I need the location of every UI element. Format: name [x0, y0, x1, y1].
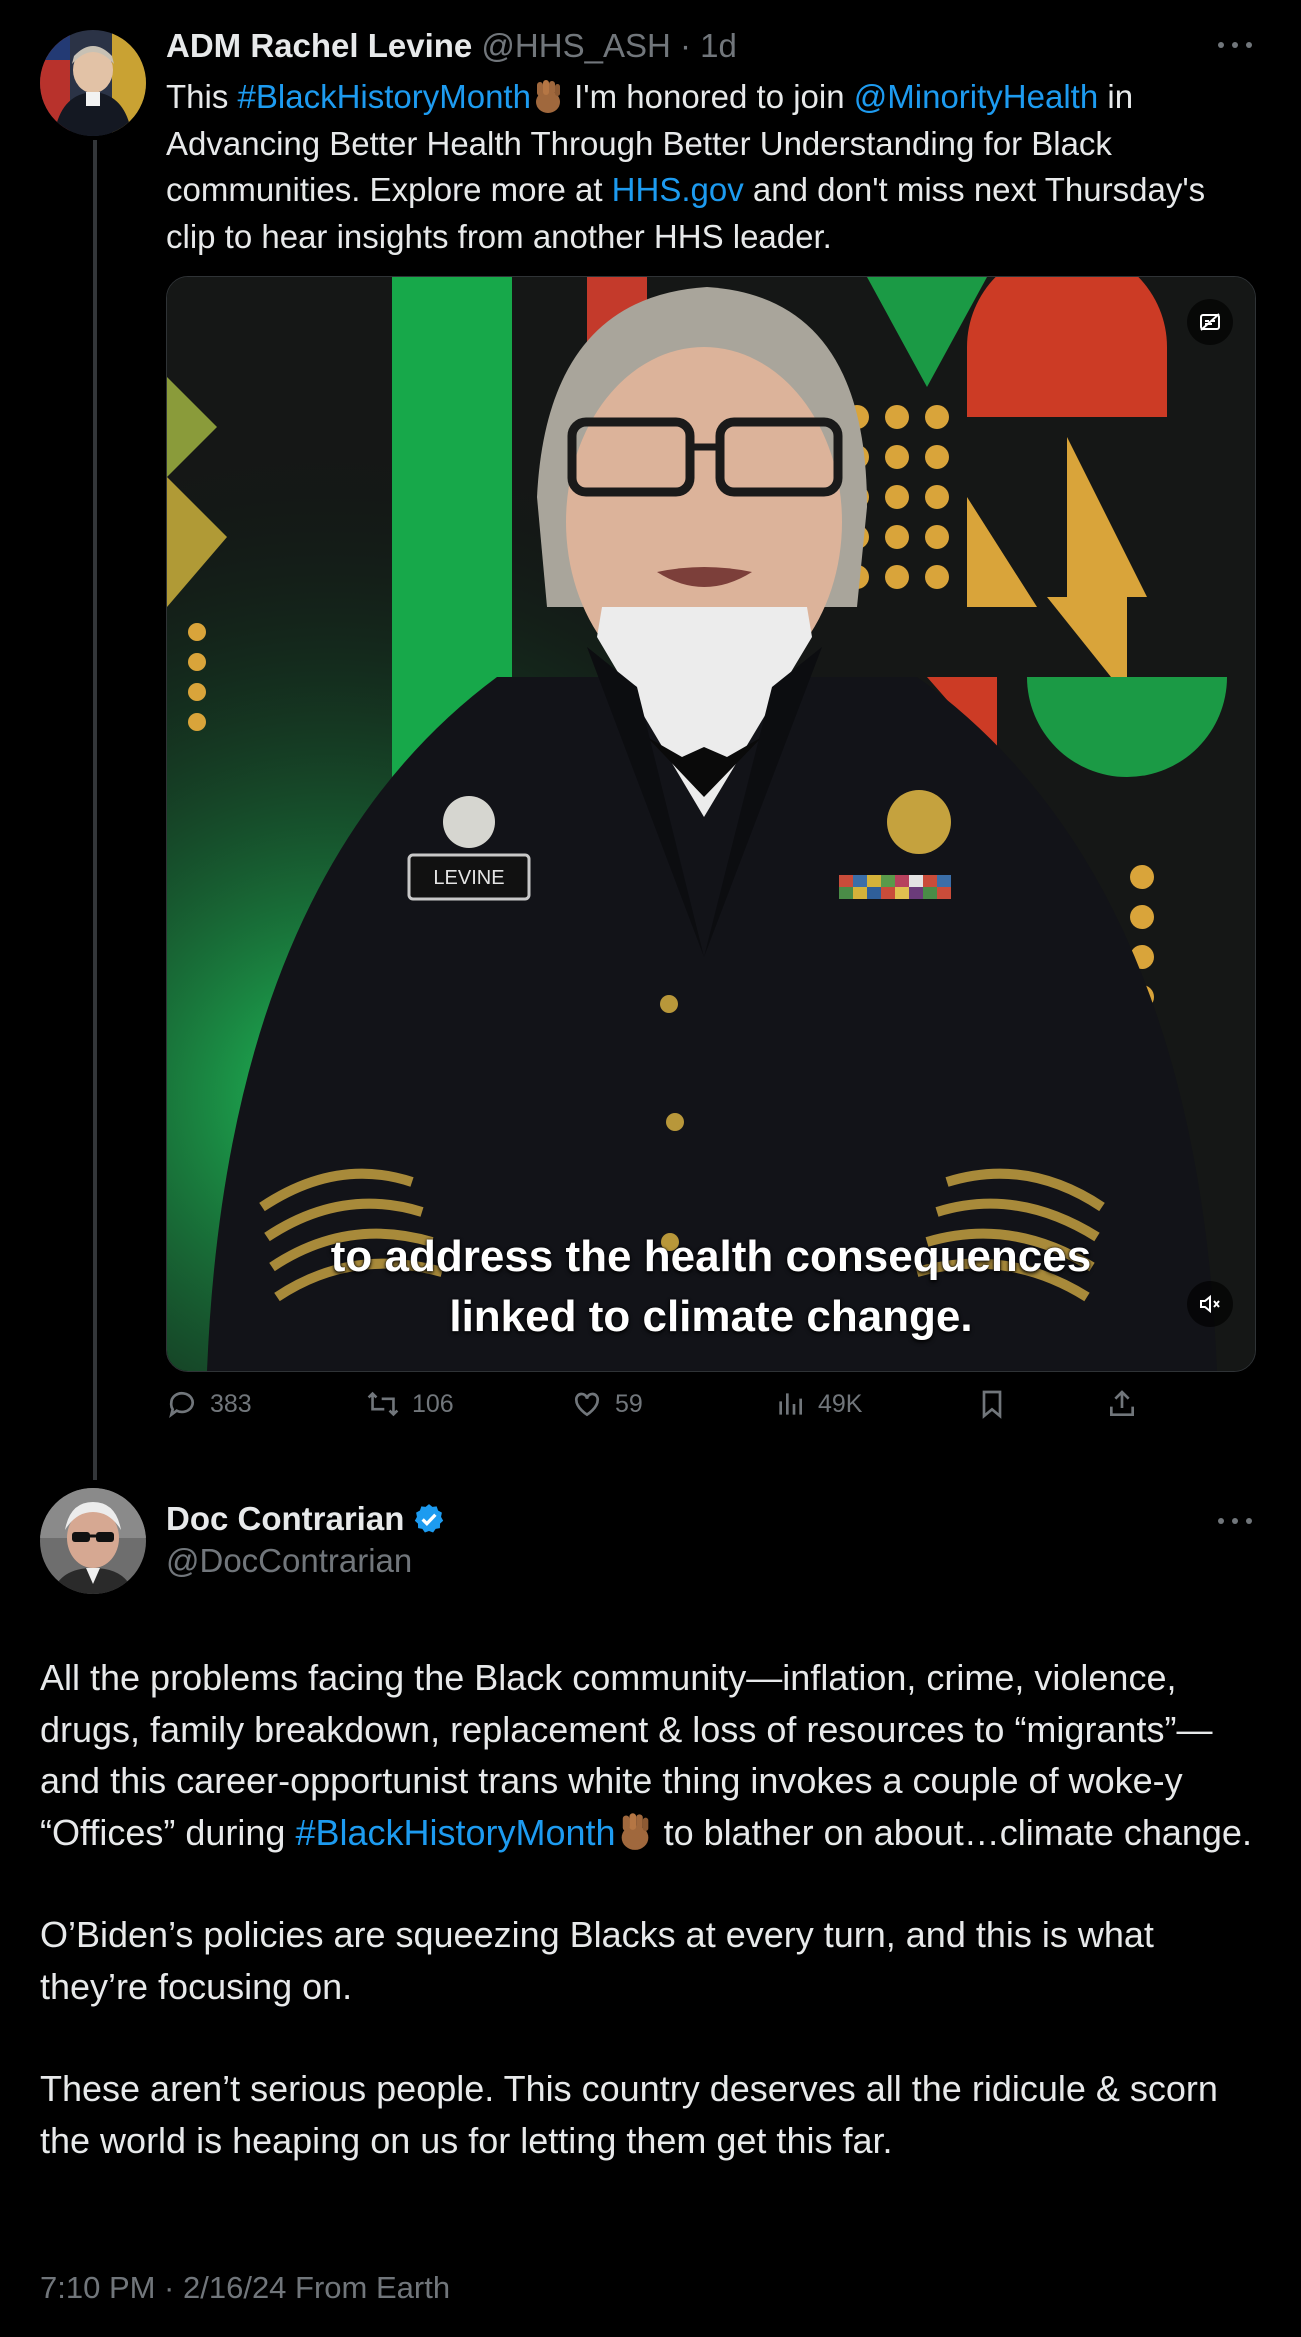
- hhs-link[interactable]: HHS.gov: [612, 171, 744, 208]
- share-button[interactable]: [1106, 1388, 1138, 1420]
- separator-dot: ·: [679, 27, 691, 64]
- heart-icon: [574, 1392, 600, 1417]
- views-button[interactable]: 49K: [774, 1388, 862, 1420]
- reply-button[interactable]: 383: [166, 1388, 252, 1420]
- hashtag-link[interactable]: #BlackHistoryMonth: [295, 1812, 615, 1853]
- raised-fist-emoji-icon: [535, 80, 560, 113]
- text-segment: to blather on about…climate change.: [653, 1811, 1252, 1853]
- mention-link[interactable]: @MinorityHealth: [854, 78, 1098, 115]
- repost-button[interactable]: 106: [366, 1388, 454, 1420]
- mute-toggle-icon[interactable]: [1187, 1281, 1233, 1327]
- reply-icon: [169, 1391, 194, 1418]
- captions-toggle-icon[interactable]: [1187, 299, 1233, 345]
- thread-connector-line: [93, 140, 97, 1480]
- paragraph-1: All the problems facing the Black commun…: [40, 1652, 1265, 1858]
- more-options-icon[interactable]: [1218, 42, 1252, 52]
- view-count: 49K: [818, 1389, 863, 1418]
- author-avatar-doccontrarian[interactable]: [40, 1488, 146, 1594]
- caption-line-2: linked to climate change.: [449, 1292, 973, 1341]
- video-caption: to address the health consequences linke…: [167, 1227, 1255, 1347]
- tweet2-text: All the problems facing the Black commun…: [40, 1652, 1265, 2217]
- like-button[interactable]: 59: [571, 1388, 643, 1420]
- video-player[interactable]: LEVINE to address the health consequence…: [166, 276, 1256, 1372]
- text-segment: This: [166, 78, 238, 115]
- tweet1-text: This #BlackHistoryMonth I'm honored to j…: [166, 74, 1256, 260]
- share-icon: [1110, 1390, 1134, 1416]
- tweet1-action-bar: 383 106 59 49K: [0, 1388, 1301, 1432]
- text-segment: I'm honored to join: [564, 78, 854, 115]
- bookmark-icon: [982, 1390, 1002, 1419]
- repost-icon: [367, 1391, 399, 1417]
- caption-line-1: to address the health consequences: [330, 1232, 1092, 1281]
- reply-count: 383: [210, 1389, 252, 1418]
- video-frame: LEVINE: [167, 277, 1255, 1371]
- nametag-text: LEVINE: [433, 867, 504, 889]
- tweet-timestamp-source[interactable]: 7:10 PM · 2/16/24 From Earth: [40, 2270, 450, 2306]
- paragraph-3: These aren’t serious people. This countr…: [40, 2068, 1218, 2161]
- author-avatar-levine[interactable]: [40, 30, 146, 136]
- like-count: 59: [615, 1389, 643, 1418]
- hashtag-link[interactable]: #BlackHistoryMonth: [238, 78, 531, 115]
- author-handle[interactable]: @DocContrarian: [166, 1542, 412, 1580]
- paragraph-2: O’Biden’s policies are squeezing Blacks …: [40, 1914, 1154, 2007]
- repost-count: 106: [412, 1389, 454, 1418]
- tweet2-header: Doc Contrarian: [166, 1500, 446, 1538]
- bookmark-button[interactable]: [976, 1388, 1008, 1420]
- tweet-time[interactable]: 1d: [700, 27, 737, 64]
- author-name[interactable]: Doc Contrarian: [166, 1500, 404, 1538]
- more-options-icon[interactable]: [1218, 1518, 1252, 1528]
- analytics-icon: [779, 1393, 802, 1415]
- verified-badge-icon[interactable]: [412, 1502, 446, 1536]
- tweet1-header: ADM Rachel Levine @HHS_ASH · 1d: [166, 26, 737, 66]
- author-handle[interactable]: @HHS_ASH: [481, 27, 670, 64]
- author-name[interactable]: ADM Rachel Levine: [166, 27, 472, 64]
- raised-fist-emoji-icon: [621, 1812, 648, 1850]
